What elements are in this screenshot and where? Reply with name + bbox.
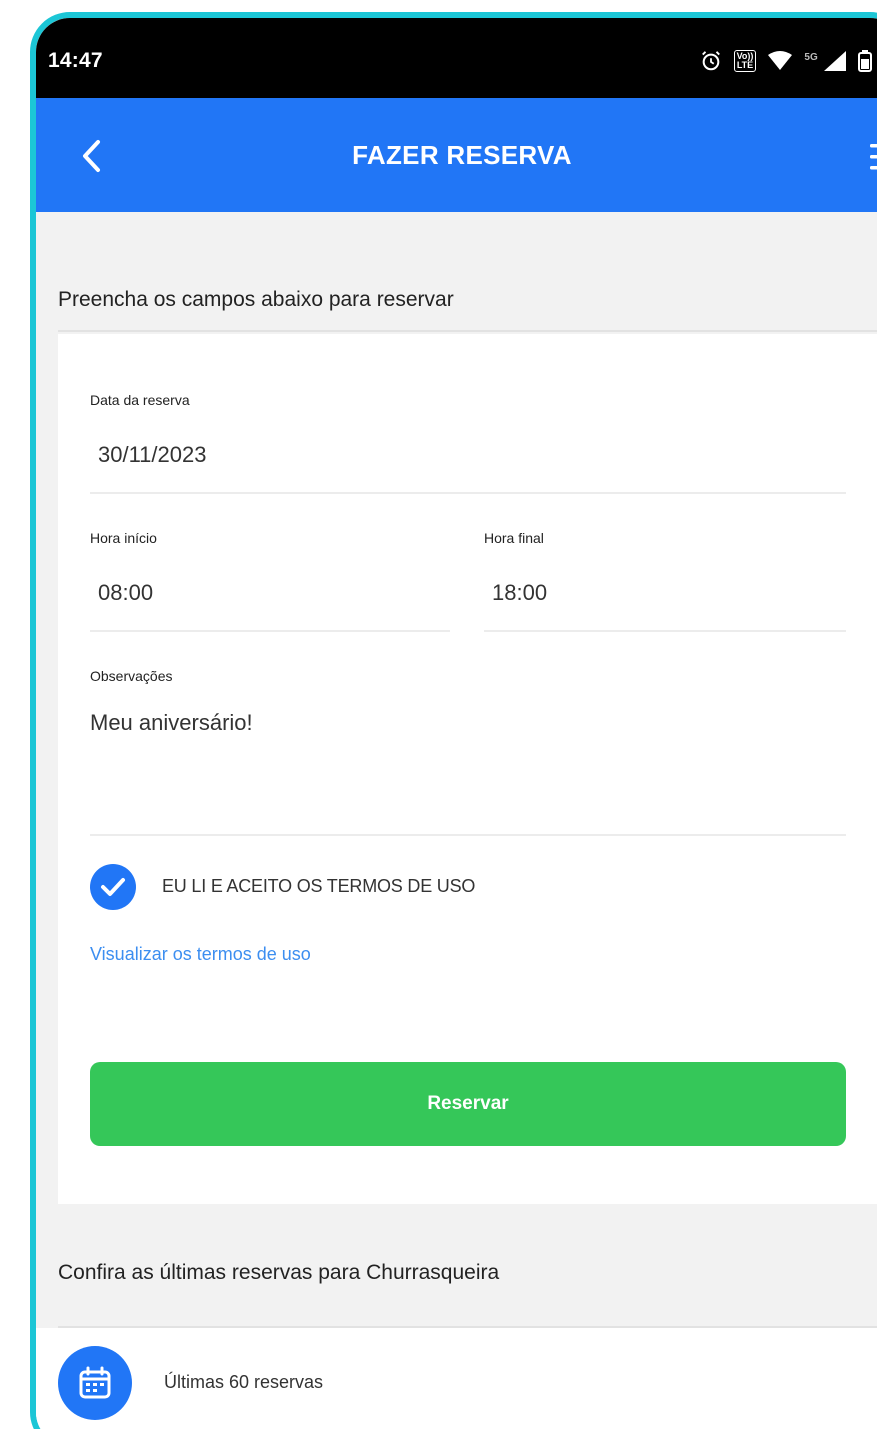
status-time: 14:47 xyxy=(48,49,103,72)
calendar-icon xyxy=(79,1366,111,1399)
date-input[interactable]: 30/11/2023 xyxy=(98,442,206,468)
reserve-button[interactable]: Reservar xyxy=(90,1062,846,1146)
app-screen: 14:47 Vo)) LTE 5G 76 xyxy=(36,18,877,1429)
form-section-title: Preencha os campos abaixo para reservar xyxy=(58,288,454,311)
reservation-form: Data da reserva 30/11/2023 Hora início 0… xyxy=(58,334,877,1204)
signal-type-text: 5G xyxy=(804,51,818,63)
back-button[interactable] xyxy=(76,138,106,174)
view-terms-link[interactable]: Visualizar os termos de uso xyxy=(90,944,311,965)
date-underline xyxy=(90,492,846,494)
app-bar: FAZER RESERVA xyxy=(36,98,877,212)
cell-signal-icon xyxy=(823,51,846,71)
date-label: Data da reserva xyxy=(90,392,190,408)
alarm-icon xyxy=(700,50,722,72)
notes-label: Observações xyxy=(90,668,173,684)
start-time-label: Hora início xyxy=(90,530,157,546)
wifi-icon xyxy=(768,51,793,71)
status-bar: 14:47 Vo)) LTE 5G 76 xyxy=(36,18,877,98)
recent-item-label: Últimas 60 reservas xyxy=(164,1372,324,1392)
recent-section-header: Confira as últimas reservas para Churras… xyxy=(36,1208,877,1326)
chevron-left-icon xyxy=(83,140,100,172)
end-time-label: Hora final xyxy=(484,530,544,546)
end-time-underline xyxy=(484,630,846,632)
phone-frame: 14:47 Vo)) LTE 5G 76 xyxy=(30,12,877,1429)
recent-reservations-item[interactable]: Últimas 60 reservas xyxy=(36,1328,877,1429)
start-time-input[interactable]: 08:00 xyxy=(98,580,153,606)
terms-checkbox[interactable] xyxy=(90,864,136,910)
form-section-header: Preencha os campos abaixo para reservar xyxy=(36,214,877,332)
terms-checkbox-label[interactable]: EU LI E ACEITO OS TERMOS DE USO xyxy=(162,876,475,897)
volte-icon: Vo)) LTE xyxy=(733,50,757,72)
hamburger-menu-icon xyxy=(870,144,877,170)
section-divider xyxy=(58,330,877,332)
recent-section-title: Confira as últimas reservas para Churras… xyxy=(58,1261,500,1284)
menu-button[interactable] xyxy=(870,142,877,172)
start-time-underline xyxy=(90,630,450,632)
battery-icon xyxy=(857,50,872,72)
calendar-icon-badge xyxy=(58,1346,132,1420)
notes-underline xyxy=(90,834,846,836)
end-time-input[interactable]: 18:00 xyxy=(492,580,547,606)
notes-textarea[interactable]: Meu aniversário! xyxy=(90,710,253,736)
status-icons: Vo)) LTE 5G 76 xyxy=(700,50,877,73)
checkmark-icon xyxy=(101,878,125,896)
volte-bottom-text: LTE xyxy=(736,60,754,70)
page-title: FAZER RESERVA xyxy=(352,139,572,170)
